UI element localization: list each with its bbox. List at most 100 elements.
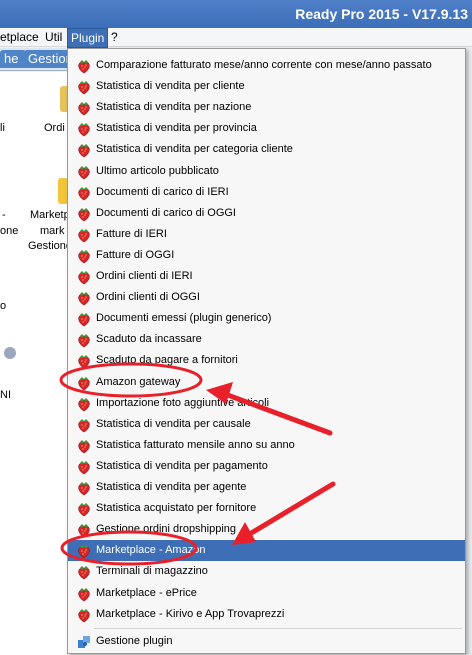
- strawberry-icon: [76, 522, 92, 538]
- menu-item[interactable]: Statistica di vendita per provincia: [68, 118, 465, 139]
- menu-item-label: Statistica di vendita per agente: [96, 481, 247, 493]
- menu-bar: etplace Util Plugin ?: [0, 28, 472, 48]
- plugin-dropdown-menu: Comparazione fatturato mese/anno corrent…: [67, 48, 466, 654]
- strawberry-icon: [76, 142, 92, 158]
- menu-item[interactable]: Marketplace - ePrice: [68, 583, 465, 604]
- strawberry-icon: [76, 121, 92, 137]
- bg-label: mark: [40, 225, 65, 237]
- menu-util[interactable]: Util: [45, 30, 62, 44]
- title-bar: Ready Pro 2015 - V17.9.13: [0, 0, 472, 30]
- strawberry-icon: [76, 353, 92, 369]
- bg-label: NI: [0, 389, 11, 401]
- menu-item[interactable]: Marketplace - Kirivo e App Trovaprezzi: [68, 604, 465, 625]
- menu-item-label: Comparazione fatturato mese/anno corrent…: [96, 59, 432, 71]
- bg-label: li: [0, 122, 5, 134]
- menu-item[interactable]: Statistica di vendita per nazione: [68, 97, 465, 118]
- menu-item-label: Amazon gateway: [96, 375, 181, 388]
- menu-item-label: Statistica acquistato per fornitore: [96, 502, 257, 515]
- menu-item-label: Statistica di vendita per cliente: [96, 80, 245, 93]
- strawberry-icon: [76, 79, 92, 95]
- menu-item[interactable]: Fatture di IERI: [68, 224, 465, 245]
- menu-item-label: Documenti di carico di IERI: [96, 185, 229, 198]
- strawberry-icon: [76, 185, 92, 201]
- menu-item-label: Marketplace - ePrice: [96, 586, 197, 599]
- menu-item-label: Gestione ordini dropshipping: [96, 523, 237, 536]
- menu-item-label: Fatture di IERI: [96, 227, 167, 240]
- menu-item-label: Scaduto da pagare a fornitori: [96, 354, 238, 367]
- menu-item-label: Statistica di vendita per nazione: [96, 101, 252, 114]
- menu-item-label: Marketplace - Amazon: [96, 544, 206, 557]
- menu-item[interactable]: Comparazione fatturato mese/anno corrent…: [68, 55, 465, 76]
- menu-item-label: Statistica fatturato mensile anno su ann…: [96, 438, 295, 451]
- strawberry-icon: [76, 459, 92, 475]
- background-panel: li Ordi - Marketp one mark Gestione o NI: [0, 72, 73, 655]
- menu-item-label: Documenti di carico di OGGI: [96, 206, 236, 219]
- menu-item[interactable]: Documenti di carico di IERI: [68, 182, 465, 203]
- strawberry-icon: [76, 480, 92, 496]
- strawberry-icon: [76, 227, 92, 243]
- menu-item[interactable]: Amazon gateway: [68, 372, 465, 393]
- menu-item[interactable]: Statistica di vendita per categoria clie…: [68, 139, 465, 160]
- tab-gestione[interactable]: Gestion: [24, 50, 72, 68]
- bg-label: Marketp: [30, 209, 70, 221]
- strawberry-icon: [76, 332, 92, 348]
- tab-anagrafiche[interactable]: he: [0, 50, 26, 68]
- menu-item-label: Statistica di vendita per causale: [96, 417, 251, 430]
- strawberry-icon: [76, 206, 92, 222]
- menu-item-label: Ordini clienti di OGGI: [96, 291, 200, 304]
- menu-marketplace[interactable]: etplace: [0, 30, 39, 44]
- menu-item[interactable]: Fatture di OGGI: [68, 245, 465, 266]
- menu-item[interactable]: Marketplace - Amazon: [68, 540, 465, 562]
- strawberry-icon: [76, 164, 92, 180]
- window-title: Ready Pro 2015 - V17.9.13: [295, 6, 468, 22]
- menu-separator: [94, 627, 462, 629]
- menu-item[interactable]: Ordini clienti di IERI: [68, 266, 465, 287]
- strawberry-icon: [76, 290, 92, 306]
- menu-item-label: Fatture di OGGI: [96, 248, 175, 261]
- menu-item[interactable]: Terminali di magazzino: [68, 561, 465, 582]
- strawberry-icon: [76, 100, 92, 116]
- menu-item-label: Terminali di magazzino: [96, 565, 208, 578]
- menu-item[interactable]: Importazione foto aggiuntive articoli: [68, 393, 465, 414]
- menu-item[interactable]: Statistica acquistato per fornitore: [68, 498, 465, 519]
- menu-item[interactable]: Documenti di carico di OGGI: [68, 203, 465, 224]
- strawberry-icon: [76, 58, 92, 74]
- menu-item-label: Gestione plugin: [96, 634, 173, 647]
- menu-item[interactable]: Scaduto da pagare a fornitori: [68, 350, 465, 371]
- menu-item[interactable]: Ordini clienti di OGGI: [68, 287, 465, 308]
- strawberry-icon: [76, 543, 92, 559]
- menu-plugin[interactable]: Plugin: [67, 28, 109, 48]
- menu-item[interactable]: Gestione ordini dropshipping: [68, 519, 465, 540]
- tab-bar: he Gestion: [0, 48, 72, 71]
- menu-item-label: Marketplace - Kirivo e App Trovaprezzi: [96, 607, 285, 620]
- puzzle-icon: [76, 634, 92, 650]
- bg-label: o: [0, 300, 7, 312]
- menu-item[interactable]: Statistica fatturato mensile anno su ann…: [68, 435, 465, 456]
- menu-item[interactable]: Statistica di vendita per pagamento: [68, 456, 465, 477]
- bg-label: Gestione: [28, 240, 73, 252]
- strawberry-icon: [76, 417, 92, 433]
- strawberry-icon: [76, 438, 92, 454]
- bg-label: one: [0, 225, 19, 237]
- menu-item-label: Statistica di vendita per categoria clie…: [96, 143, 293, 156]
- menu-item-label: Statistica di vendita per pagamento: [96, 459, 268, 472]
- strawberry-icon: [76, 311, 92, 327]
- menu-item[interactable]: Statistica di vendita per cliente: [68, 76, 465, 97]
- menu-item-label: Documenti emessi (plugin generico): [96, 312, 272, 325]
- strawberry-icon: [76, 501, 92, 517]
- strawberry-icon: [76, 375, 92, 391]
- menu-item-gestione-plugin[interactable]: Gestione plugin: [68, 631, 465, 652]
- menu-item-label: Scaduto da incassare: [96, 333, 202, 346]
- strawberry-icon: [76, 586, 92, 602]
- menu-item[interactable]: Scaduto da incassare: [68, 329, 465, 350]
- bg-label: Ordi: [44, 122, 65, 134]
- menu-item[interactable]: Ultimo articolo pubblicato: [68, 161, 465, 182]
- menu-item[interactable]: Documenti emessi (plugin generico): [68, 308, 465, 329]
- menu-item[interactable]: Statistica di vendita per causale: [68, 414, 465, 435]
- strawberry-icon: [76, 607, 92, 623]
- bg-label: -: [2, 209, 6, 221]
- menu-item[interactable]: Statistica di vendita per agente: [68, 477, 465, 498]
- menu-help[interactable]: ?: [111, 30, 118, 44]
- strawberry-icon: [76, 269, 92, 285]
- menu-item-label: Importazione foto aggiuntive articoli: [96, 396, 270, 409]
